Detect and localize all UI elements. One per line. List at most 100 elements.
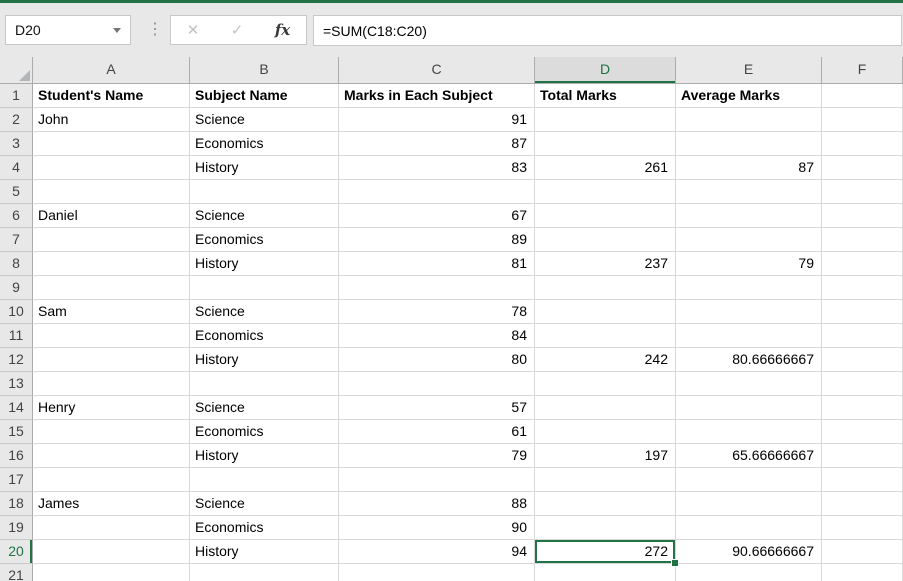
cell-E17[interactable] (676, 468, 822, 492)
cell-E18[interactable] (676, 492, 822, 516)
cell-E6[interactable] (676, 204, 822, 228)
cell-B16[interactable]: History (190, 444, 339, 468)
formula-bar[interactable]: =SUM(C18:C20) (313, 15, 902, 46)
cell-D19[interactable] (535, 516, 676, 540)
row-header-17[interactable]: 17 (0, 468, 33, 492)
row-header-7[interactable]: 7 (0, 228, 33, 252)
cell-C13[interactable] (339, 372, 535, 396)
cell-D2[interactable] (535, 108, 676, 132)
cell-E14[interactable] (676, 396, 822, 420)
cell-A13[interactable] (33, 372, 190, 396)
name-box-dropdown-icon[interactable] (113, 28, 121, 33)
cell-E10[interactable] (676, 300, 822, 324)
cell-A16[interactable] (33, 444, 190, 468)
cell-B20[interactable]: History (190, 540, 339, 564)
cell-B17[interactable] (190, 468, 339, 492)
cell-B1[interactable]: Subject Name (190, 84, 339, 108)
cell-E2[interactable] (676, 108, 822, 132)
cell-D12[interactable]: 242 (535, 348, 676, 372)
cell-D9[interactable] (535, 276, 676, 300)
cell-B15[interactable]: Economics (190, 420, 339, 444)
cell-C10[interactable]: 78 (339, 300, 535, 324)
cell-A17[interactable] (33, 468, 190, 492)
cell-E19[interactable] (676, 516, 822, 540)
cell-E7[interactable] (676, 228, 822, 252)
name-box[interactable]: D20 (5, 15, 131, 45)
cell-D11[interactable] (535, 324, 676, 348)
cell-B12[interactable]: History (190, 348, 339, 372)
cell-B9[interactable] (190, 276, 339, 300)
cancel-icon[interactable]: ✕ (187, 21, 200, 39)
cell-B2[interactable]: Science (190, 108, 339, 132)
cell-A9[interactable] (33, 276, 190, 300)
cell-A20[interactable] (33, 540, 190, 564)
column-header-d[interactable]: D (535, 57, 676, 84)
cell-A5[interactable] (33, 180, 190, 204)
cell-E3[interactable] (676, 132, 822, 156)
cell-D5[interactable] (535, 180, 676, 204)
cell-C15[interactable]: 61 (339, 420, 535, 444)
cell-B10[interactable]: Science (190, 300, 339, 324)
cell-C12[interactable]: 80 (339, 348, 535, 372)
cell-D13[interactable] (535, 372, 676, 396)
cell-C14[interactable]: 57 (339, 396, 535, 420)
cell-A11[interactable] (33, 324, 190, 348)
cell-C17[interactable] (339, 468, 535, 492)
cell-F14[interactable] (822, 396, 903, 420)
cell-B6[interactable]: Science (190, 204, 339, 228)
cell-B8[interactable]: History (190, 252, 339, 276)
cell-E12[interactable]: 80.66666667 (676, 348, 822, 372)
cell-F2[interactable] (822, 108, 903, 132)
cell-A15[interactable] (33, 420, 190, 444)
cell-E5[interactable] (676, 180, 822, 204)
cell-D3[interactable] (535, 132, 676, 156)
cell-F19[interactable] (822, 516, 903, 540)
cell-B5[interactable] (190, 180, 339, 204)
cell-C20[interactable]: 94 (339, 540, 535, 564)
row-header-14[interactable]: 14 (0, 396, 33, 420)
cell-B13[interactable] (190, 372, 339, 396)
cell-C6[interactable]: 67 (339, 204, 535, 228)
cell-B18[interactable]: Science (190, 492, 339, 516)
cell-D20[interactable]: 272 (535, 540, 676, 564)
cell-F20[interactable] (822, 540, 903, 564)
row-header-21[interactable]: 21 (0, 564, 33, 581)
cell-C2[interactable]: 91 (339, 108, 535, 132)
cell-A6[interactable]: Daniel (33, 204, 190, 228)
row-header-9[interactable]: 9 (0, 276, 33, 300)
cell-F4[interactable] (822, 156, 903, 180)
row-header-1[interactable]: 1 (0, 84, 33, 108)
cell-F9[interactable] (822, 276, 903, 300)
cell-F7[interactable] (822, 228, 903, 252)
cell-B11[interactable]: Economics (190, 324, 339, 348)
insert-function-icon[interactable]: fx (275, 21, 290, 39)
cell-C5[interactable] (339, 180, 535, 204)
column-header-b[interactable]: B (190, 57, 339, 84)
cell-F17[interactable] (822, 468, 903, 492)
cell-E16[interactable]: 65.66666667 (676, 444, 822, 468)
cell-D16[interactable]: 197 (535, 444, 676, 468)
cell-D1[interactable]: Total Marks (535, 84, 676, 108)
cell-D8[interactable]: 237 (535, 252, 676, 276)
cell-A3[interactable] (33, 132, 190, 156)
cell-F8[interactable] (822, 252, 903, 276)
cell-A4[interactable] (33, 156, 190, 180)
cell-C4[interactable]: 83 (339, 156, 535, 180)
cell-D21[interactable] (535, 564, 676, 581)
row-header-16[interactable]: 16 (0, 444, 33, 468)
cell-E11[interactable] (676, 324, 822, 348)
cell-F13[interactable] (822, 372, 903, 396)
cell-E1[interactable]: Average Marks (676, 84, 822, 108)
row-header-13[interactable]: 13 (0, 372, 33, 396)
row-header-3[interactable]: 3 (0, 132, 33, 156)
cell-C18[interactable]: 88 (339, 492, 535, 516)
cell-C3[interactable]: 87 (339, 132, 535, 156)
row-header-4[interactable]: 4 (0, 156, 33, 180)
cell-D7[interactable] (535, 228, 676, 252)
cell-D4[interactable]: 261 (535, 156, 676, 180)
cell-B21[interactable] (190, 564, 339, 581)
cell-D18[interactable] (535, 492, 676, 516)
cell-C7[interactable]: 89 (339, 228, 535, 252)
cell-D6[interactable] (535, 204, 676, 228)
row-header-20[interactable]: 20 (0, 540, 33, 564)
